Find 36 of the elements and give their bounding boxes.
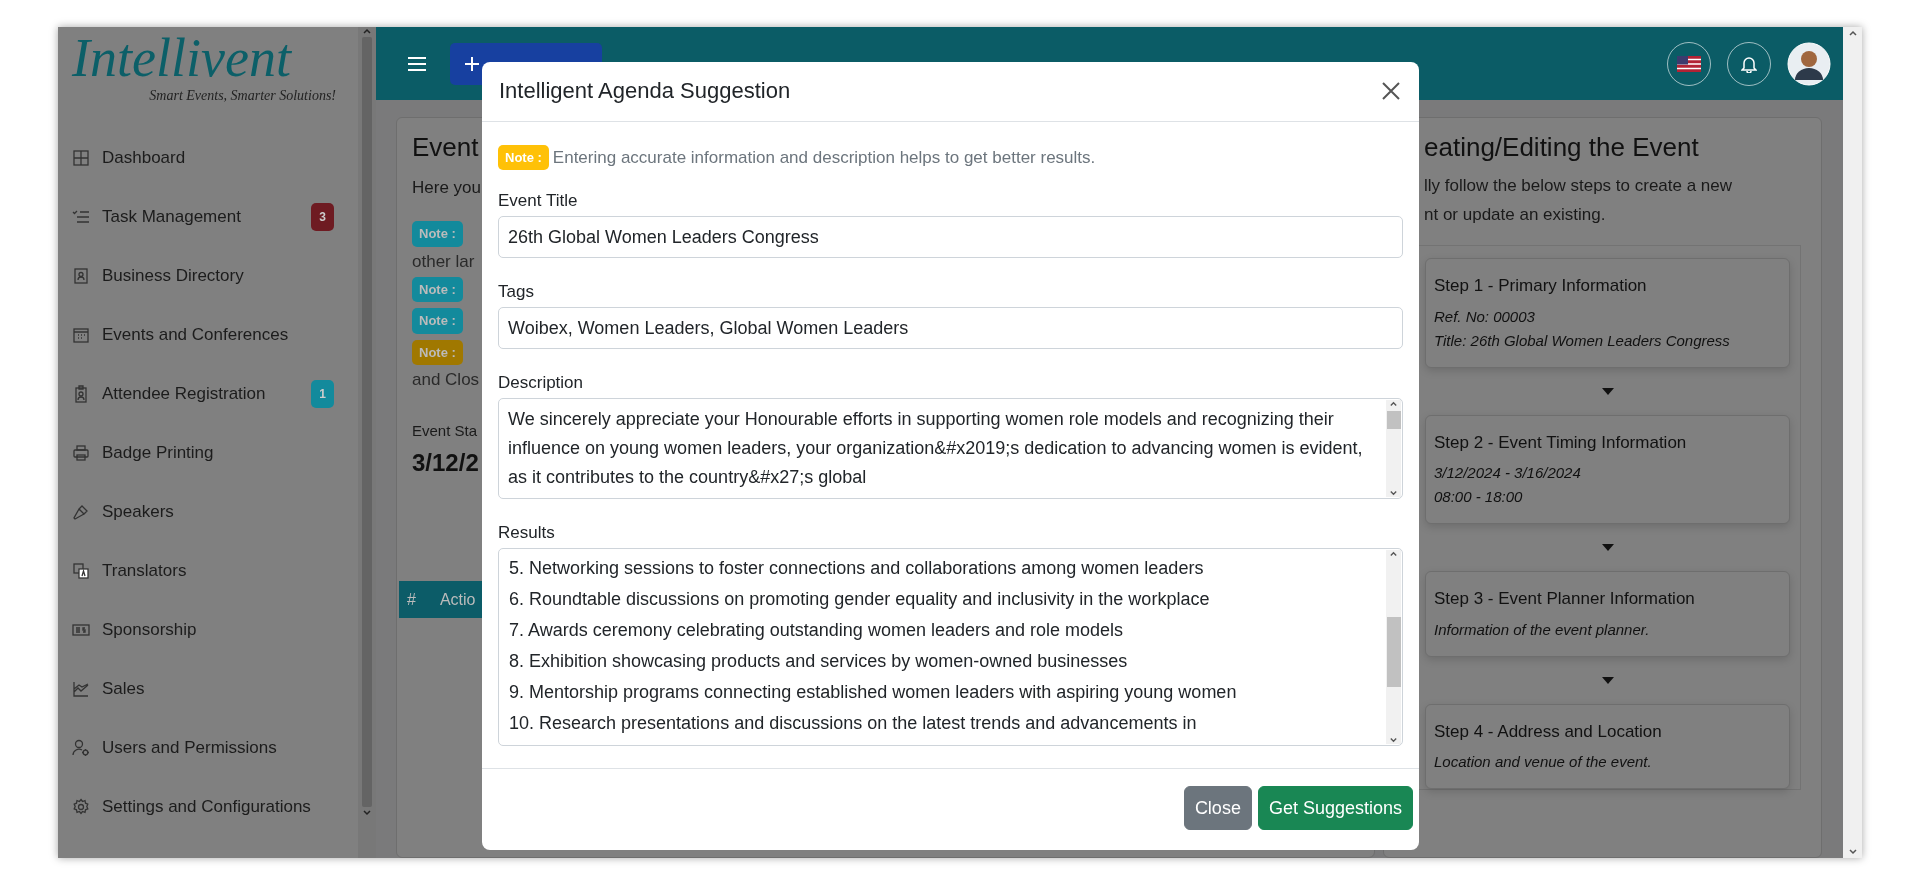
logo: Intellivent [71,31,293,85]
field-label: Description [498,372,585,394]
step-title: Step 3 - Event Planner Information [1434,588,1696,611]
step-title: Step 2 - Event Timing Information [1434,431,1688,454]
note-badge: Note : [412,339,463,366]
step-title: Step 1 - Primary Information [1434,275,1648,298]
field-label: Event Title [498,190,579,212]
card-title: Event [412,132,479,164]
column-header: Actio [439,589,476,610]
column-header: # [407,589,416,610]
start-label: Event Sta [412,421,478,442]
step-detail: 3/12/2024 - 3/16/2024 [1434,463,1582,484]
count-badge: 1 [311,379,334,408]
step-detail: Location and venue of the event. [1434,752,1653,773]
subtitle-text: lly follow the below steps to create a new [1424,175,1734,198]
intro-text: Here you [412,177,481,200]
card-title: eating/Editing the Event [1424,132,1700,164]
count-badge: 3 [311,202,334,231]
modal-title: Intelligent Agenda Suggestion [499,78,791,105]
step-detail: Title: 26th Global Women Leaders Congress [1434,330,1731,351]
field-label: Tags [498,281,535,303]
note-badge: Note : [412,221,463,247]
note-text: other lar [412,250,475,273]
note-text: and Clos [412,369,480,392]
subtitle-text: nt or update an existing. [1424,204,1607,227]
step-detail: 08:00 - 18:00 [1434,487,1524,508]
note-text: Entering accurate information and description helps to get better results. [552,146,1096,169]
note-badge: Note : [412,308,463,334]
note-badge: Note : [498,144,549,170]
step-detail: Ref. No: 00003 [1434,306,1536,327]
field-label: Results [498,522,556,544]
step-detail: Information of the event planner. [1434,619,1651,640]
tagline: Smart Events, Smarter Solutions! [149,87,336,105]
start-date: 3/12/2 [412,448,479,479]
step-title: Step 4 - Address and Location [1434,720,1663,743]
note-badge: Note : [412,276,463,303]
